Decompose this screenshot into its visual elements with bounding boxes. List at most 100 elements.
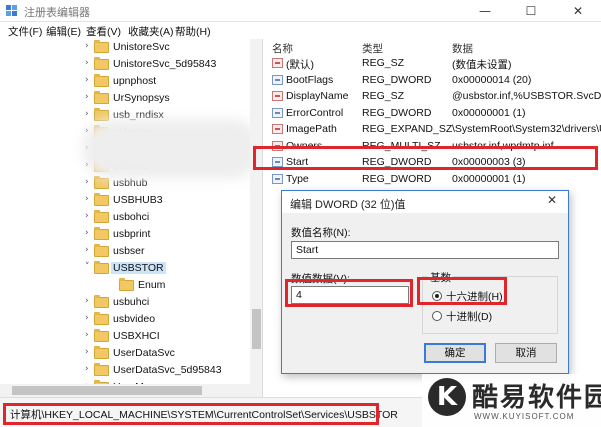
value-data: 0x00000014 (20)	[452, 73, 532, 86]
folder-icon	[94, 329, 109, 342]
menu-bar: 文件(F) 编辑(E) 查看(V) 收藏夹(A) 帮助(H)	[0, 22, 601, 39]
tree-horizontal-scrollbar[interactable]	[0, 384, 250, 397]
menu-file[interactable]: 文件(F)	[8, 24, 42, 39]
expand-icon[interactable]: ›	[85, 313, 89, 323]
string-value-icon	[272, 91, 283, 101]
expand-icon[interactable]: ›	[85, 364, 89, 374]
value-row[interactable]: ImagePath REG_EXPAND_SZ \SystemRoot\System…	[264, 121, 601, 138]
dialog-close-button[interactable]: ✕	[540, 193, 564, 211]
expand-icon[interactable]: ›	[85, 245, 89, 255]
expand-icon[interactable]: ›	[85, 228, 89, 238]
expand-icon[interactable]: ›	[85, 41, 89, 51]
tree-item-label: UserDataSvc	[113, 347, 175, 359]
tree-vertical-scroll-thumb[interactable]	[252, 309, 261, 349]
tree-vertical-scrollbar[interactable]	[250, 39, 262, 397]
decimal-radio-label[interactable]: 十进制(D)	[446, 309, 492, 324]
tree-item[interactable]: › usbvideo	[0, 311, 250, 328]
value-type: REG_DWORD	[362, 73, 432, 86]
expand-icon[interactable]: ›	[85, 92, 89, 102]
minimize-button[interactable]: —	[462, 0, 508, 22]
tree-item-label: USBHUB3	[113, 194, 163, 206]
tree-item[interactable]: Enum	[0, 277, 250, 294]
collapse-icon[interactable]: ˅	[85, 262, 90, 272]
expand-icon[interactable]: ›	[85, 347, 89, 357]
tree-horizontal-scroll-thumb[interactable]	[12, 386, 202, 395]
folder-icon	[94, 244, 109, 257]
site-watermark: K 酷易软件园 WWW.KUYISOFT.COM	[422, 374, 601, 427]
tree-item[interactable]: › UnistoreSvc	[0, 39, 250, 56]
folder-icon	[94, 210, 109, 223]
expand-icon[interactable]: ›	[85, 75, 89, 85]
value-type: REG_DWORD	[362, 172, 432, 185]
value-type: REG_EXPAND_SZ	[362, 123, 453, 135]
expand-icon[interactable]: ›	[85, 211, 89, 221]
tree-item-label: UnistoreSvc	[113, 41, 170, 53]
value-row[interactable]: (默认) REG_SZ (数值未设置)	[264, 55, 601, 72]
folder-icon	[94, 363, 109, 376]
tree-item[interactable]: › USBXHCI	[0, 328, 250, 345]
tree-item[interactable]: › usbohci	[0, 209, 250, 226]
highlight-hex-radio	[417, 277, 507, 305]
value-data: 0x00000001 (1)	[452, 172, 526, 185]
value-name: ImagePath	[286, 123, 337, 135]
regedit-icon	[6, 5, 17, 16]
tree-item[interactable]: › usbser	[0, 243, 250, 260]
column-header-data[interactable]: 数据	[452, 41, 473, 56]
column-header-type[interactable]: 类型	[362, 41, 383, 56]
tree-item-label: usbohci	[113, 211, 150, 223]
expand-icon[interactable]: ›	[85, 58, 89, 68]
expand-icon[interactable]: ›	[85, 109, 89, 119]
watermark-url: WWW.KUYISOFT.COM	[474, 412, 575, 421]
value-name-field[interactable]	[291, 241, 559, 259]
expand-icon[interactable]: ›	[85, 177, 89, 187]
highlight-value-data	[285, 279, 413, 307]
column-header-name[interactable]: 名称	[272, 41, 293, 56]
ok-button[interactable]: 确定	[424, 343, 486, 363]
value-row[interactable]: BootFlags REG_DWORD 0x00000014 (20)	[264, 72, 601, 89]
value-row[interactable]: Type REG_DWORD 0x00000001 (1)	[264, 171, 601, 188]
folder-icon	[94, 312, 109, 325]
close-button[interactable]: ✕	[555, 0, 601, 22]
folder-icon	[94, 295, 109, 308]
expand-icon[interactable]: ›	[85, 194, 89, 204]
value-name: DisplayName	[286, 90, 349, 102]
value-data: 0x00000001 (1)	[452, 106, 526, 119]
dialog-title: 编辑 DWORD (32 位)值	[290, 199, 406, 211]
expand-icon[interactable]: ›	[85, 296, 89, 306]
tree-item[interactable]: › usbuhci	[0, 294, 250, 311]
expand-icon[interactable]: ›	[85, 330, 89, 340]
tree-item-label: usbser	[113, 245, 145, 257]
value-row[interactable]: DisplayName REG_SZ @usbstor.inf,%USBSTOR.S…	[264, 88, 601, 105]
value-name: BootFlags	[286, 73, 334, 86]
cancel-button[interactable]: 取消	[495, 343, 557, 363]
menu-view[interactable]: 查看(V)	[86, 24, 121, 39]
value-data: @usbstor.inf,%USBSTOR.SvcDesc	[452, 90, 601, 102]
value-row[interactable]: ErrorControl REG_DWORD 0x00000001 (1)	[264, 105, 601, 122]
watermark-name: 酷易软件园	[472, 383, 601, 413]
tree-item-label: UserDataSvc_5d95843	[113, 364, 222, 376]
tree-item[interactable]: ˅ USBSTOR	[0, 260, 250, 277]
dialog-titlebar: 编辑 DWORD (32 位)值 ✕	[282, 191, 568, 213]
value-data: (数值未设置)	[452, 59, 512, 71]
highlight-status-path	[3, 403, 379, 425]
tree-item[interactable]: › UserDataSvc_5d95843	[0, 362, 250, 379]
tree-item[interactable]: › upnphost	[0, 73, 250, 90]
tree-item-label: usbvideo	[113, 313, 156, 325]
tree-item[interactable]: › UserDataSvc	[0, 345, 250, 362]
menu-help[interactable]: 帮助(H)	[175, 24, 211, 39]
tree-item[interactable]: › usbprint	[0, 226, 250, 243]
watermark-logo-icon: K	[428, 378, 466, 416]
value-name: Type	[286, 172, 309, 185]
menu-favorites[interactable]: 收藏夹(A)	[128, 24, 174, 39]
tree-item[interactable]: › USBHUB3	[0, 192, 250, 209]
tree-item[interactable]: › UnistoreSvc_5d95843	[0, 56, 250, 73]
folder-icon	[94, 91, 109, 104]
decimal-radio[interactable]	[432, 311, 442, 321]
value-data: \SystemRoot\System32\drivers\U	[452, 123, 601, 135]
tree-item-label: UrSynopsys	[113, 92, 170, 104]
value-type: REG_DWORD	[362, 106, 432, 119]
maximize-button[interactable]: ☐	[508, 0, 554, 22]
tree-item[interactable]: › UrSynopsys	[0, 90, 250, 107]
highlight-start-row	[253, 146, 598, 170]
menu-edit[interactable]: 编辑(E)	[46, 24, 81, 39]
